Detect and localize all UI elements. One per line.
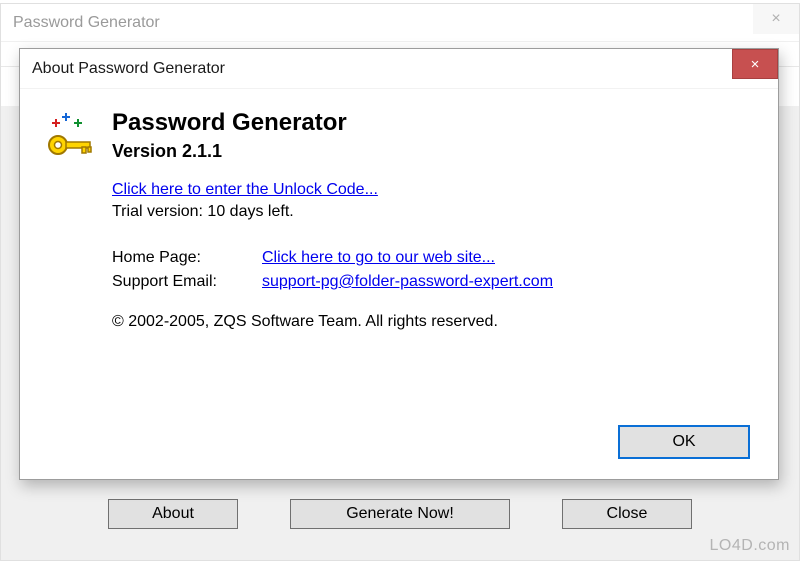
close-button[interactable]: Close [562,499,692,529]
support-email-label: Support Email: [112,273,262,291]
about-body: Password Generator Version 2.1.1 Click h… [20,89,778,479]
support-email-row: Support Email: support-pg@folder-passwor… [112,273,754,291]
ok-button[interactable]: OK [618,425,750,459]
about-titlebar: About Password Generator × [20,49,778,89]
main-window-title: Password Generator [13,14,160,32]
copyright-text: © 2002-2005, ZQS Software Team. All righ… [112,313,754,331]
about-dialog-title: About Password Generator [32,60,225,78]
app-key-icon [44,111,96,163]
app-version: Version 2.1.1 [112,141,347,162]
homepage-link[interactable]: Click here to go to our web site... [262,249,495,267]
generate-now-button[interactable]: Generate Now! [290,499,510,529]
info-table: Home Page: Click here to go to our web s… [112,249,754,291]
support-email-link[interactable]: support-pg@folder-password-expert.com [262,273,553,291]
homepage-label: Home Page: [112,249,262,267]
app-name: Password Generator [112,109,347,137]
close-icon: × [751,56,760,73]
about-text-column: Click here to enter the Unlock Code... T… [112,181,754,331]
about-dialog: About Password Generator × [19,48,779,480]
main-close-button[interactable]: × [753,4,799,34]
dialog-header-row: Password Generator Version 2.1.1 [44,109,754,163]
homepage-row: Home Page: Click here to go to our web s… [112,249,754,267]
bottom-button-bar: About Generate Now! Close [1,468,799,560]
app-header-text: Password Generator Version 2.1.1 [112,109,347,162]
watermark: LO4D.com [710,537,790,555]
about-close-button[interactable]: × [732,49,778,79]
trial-status-text: Trial version: 10 days left. [112,203,294,220]
about-button[interactable]: About [108,499,238,529]
main-titlebar: Password Generator × [1,4,799,42]
close-icon: × [771,10,780,28]
unlock-code-link[interactable]: Click here to enter the Unlock Code... [112,181,378,198]
